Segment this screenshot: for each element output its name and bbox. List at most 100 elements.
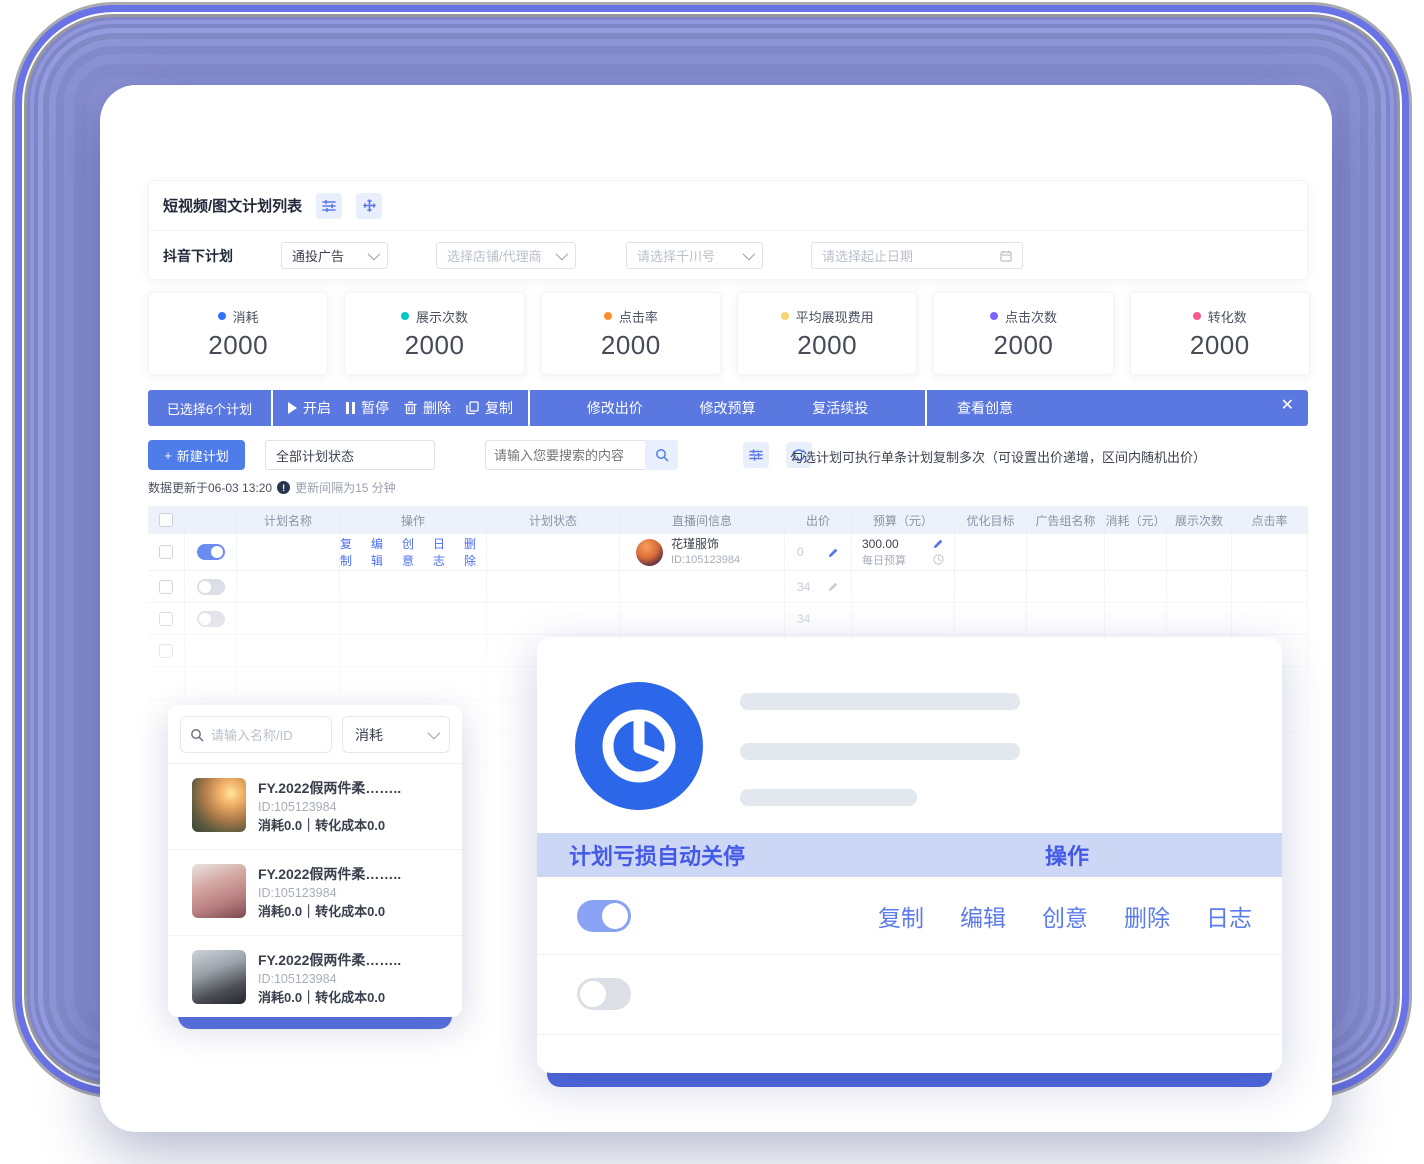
popup-search-input[interactable]: 请输入名称/ID bbox=[180, 716, 332, 753]
pause-button[interactable]: 暂停 bbox=[346, 398, 389, 418]
edit-pencil-icon[interactable] bbox=[828, 581, 839, 592]
batch-action-bar: 已选择6个计划 开启 暂停 删除 复制 修改出价 修改预算 bbox=[148, 390, 1308, 426]
stat-value: 2000 bbox=[994, 330, 1054, 361]
auto-stop-modal: 计划亏损自动关停 操作 复制 编辑 创意 删除 日志 bbox=[537, 637, 1282, 1073]
copy-button[interactable]: 复制 bbox=[466, 398, 513, 418]
new-plan-button[interactable]: + 新建计划 bbox=[148, 440, 245, 470]
stat-card-clicks: 点击次数 2000 bbox=[933, 292, 1113, 375]
creative-thumbnail bbox=[192, 950, 246, 1004]
update-info-line: 数据更新于06-03 13:20 ! 更新间隔为15 分钟 bbox=[148, 479, 396, 496]
col-ad-group: 广告组名称 bbox=[1027, 506, 1105, 534]
delete-button[interactable]: 删除 bbox=[404, 398, 451, 418]
plan-toggle-off[interactable] bbox=[197, 579, 225, 595]
col-impressions: 展示次数 bbox=[1167, 506, 1232, 534]
col-budget: 预算（元） bbox=[852, 506, 955, 534]
budget-type: 每日预算 bbox=[862, 552, 906, 568]
modal-row bbox=[537, 955, 1282, 1035]
shop-name: 花瑾服饰 bbox=[671, 537, 740, 553]
col-bid: 出价 bbox=[785, 506, 852, 534]
auto-stop-toggle-off[interactable] bbox=[577, 978, 631, 1010]
stat-value: 2000 bbox=[601, 330, 661, 361]
clock-icon bbox=[575, 682, 703, 810]
row-copy-link[interactable]: 复制 bbox=[340, 535, 362, 569]
add-column-button[interactable] bbox=[356, 193, 382, 219]
plan-toggle-on[interactable] bbox=[197, 544, 225, 560]
row-log-link[interactable]: 日志 bbox=[433, 535, 455, 569]
panel-title-row: 短视频/图文计划列表 bbox=[149, 181, 1307, 231]
popup-sort-select[interactable]: 消耗 bbox=[342, 716, 450, 753]
modal-log-link[interactable]: 日志 bbox=[1206, 899, 1252, 933]
row-checkbox[interactable] bbox=[159, 545, 173, 559]
list-settings-button[interactable] bbox=[316, 193, 342, 219]
plan-scope-label: 抖音下计划 bbox=[163, 246, 281, 266]
stat-value: 2000 bbox=[405, 330, 465, 361]
modal-edit-link[interactable]: 编辑 bbox=[960, 899, 1006, 933]
actions-label: 操作 bbox=[1045, 839, 1089, 871]
list-item[interactable]: FY.2022假两件柔…….. ID:105123984 消耗0.0｜转化成本0… bbox=[168, 936, 462, 1021]
search-icon bbox=[190, 728, 204, 742]
selected-count: 已选择6个计划 bbox=[148, 390, 271, 426]
update-time: 数据更新于06-03 13:20 bbox=[148, 479, 272, 496]
col-ctr: 点击率 bbox=[1232, 506, 1308, 534]
auto-stop-toggle-on[interactable] bbox=[577, 900, 631, 932]
row-checkbox[interactable] bbox=[159, 580, 173, 594]
col-consume: 消耗（元） bbox=[1105, 506, 1167, 534]
col-actions: 操作 bbox=[340, 506, 487, 534]
list-item[interactable]: FY.2022假两件柔…….. ID:105123984 消耗0.0｜转化成本0… bbox=[168, 850, 462, 936]
plan-toggle-off[interactable] bbox=[197, 611, 225, 627]
info-icon: ! bbox=[277, 481, 290, 494]
chevron-down-icon bbox=[428, 727, 441, 740]
row-edit-link[interactable]: 编辑 bbox=[371, 535, 393, 569]
modify-budget-button[interactable]: 修改预算 bbox=[700, 398, 756, 418]
view-creative-button[interactable]: 查看创意 bbox=[957, 398, 1013, 418]
legend-dot bbox=[1193, 312, 1201, 320]
plan-status-select[interactable]: 全部计划状态 bbox=[265, 440, 435, 470]
close-icon[interactable]: ✕ bbox=[1281, 398, 1294, 414]
legend-dot bbox=[990, 312, 998, 320]
ad-type-select[interactable]: 通投广告 bbox=[281, 242, 388, 269]
batch-buttons: 开启 暂停 删除 复制 bbox=[273, 390, 528, 426]
row-creative-link[interactable]: 创意 bbox=[402, 535, 424, 569]
edit-pencil-icon[interactable] bbox=[828, 547, 839, 558]
stat-value: 2000 bbox=[797, 330, 857, 361]
modal-delete-link[interactable]: 删除 bbox=[1124, 899, 1170, 933]
modal-row: 复制 编辑 创意 删除 日志 bbox=[537, 877, 1282, 955]
stat-card-impressions: 展示次数 2000 bbox=[344, 292, 524, 375]
view-creative-segment: 查看创意 ✕ bbox=[927, 390, 1308, 426]
search-group bbox=[485, 440, 678, 470]
bid-value: 34 bbox=[797, 580, 810, 594]
table-row: 34 bbox=[148, 603, 1308, 635]
stats-cards-row: 消耗 2000 展示次数 2000 点击率 2000 平均展现费用 2000 点… bbox=[148, 292, 1310, 375]
date-range-picker[interactable]: 请选择起止日期 bbox=[811, 242, 1023, 269]
open-button[interactable]: 开启 bbox=[288, 398, 331, 418]
search-button[interactable] bbox=[645, 440, 678, 470]
bid-value: 0 bbox=[797, 545, 804, 559]
revive-button[interactable]: 复活续投 bbox=[812, 398, 868, 418]
search-input[interactable] bbox=[485, 440, 645, 470]
edit-pencil-icon[interactable] bbox=[933, 538, 944, 549]
plus-icon bbox=[363, 199, 376, 212]
row-checkbox[interactable] bbox=[159, 644, 173, 658]
shop-avatar bbox=[636, 539, 663, 566]
legend-dot bbox=[401, 312, 409, 320]
qianchuan-select[interactable]: 请选择千川号 bbox=[626, 242, 763, 269]
row-checkbox[interactable] bbox=[159, 612, 173, 626]
column-settings-button[interactable] bbox=[743, 442, 769, 468]
modal-creative-link[interactable]: 创意 bbox=[1042, 899, 1088, 933]
trash-icon bbox=[404, 401, 417, 415]
chevron-down-icon bbox=[368, 248, 381, 261]
modal-copy-link[interactable]: 复制 bbox=[878, 899, 924, 933]
sliders-icon bbox=[322, 200, 336, 212]
modify-bid-button[interactable]: 修改出价 bbox=[587, 398, 643, 418]
row-delete-link[interactable]: 删除 bbox=[464, 535, 486, 569]
plus-icon: + bbox=[164, 448, 172, 463]
list-item[interactable]: FY.2022假两件柔…….. ID:105123984 消耗0.0｜转化成本0… bbox=[168, 764, 462, 850]
select-all-checkbox[interactable] bbox=[159, 513, 173, 527]
stat-card-conversions: 转化数 2000 bbox=[1130, 292, 1310, 375]
col-plan-name: 计划名称 bbox=[237, 506, 340, 534]
sliders-icon bbox=[749, 449, 763, 461]
filter-row: 抖音下计划 通投广告 选择店铺/代理商 请选择千川号 请选择起止日期 bbox=[149, 231, 1307, 280]
shop-select[interactable]: 选择店铺/代理商 bbox=[436, 242, 576, 269]
bid-value: 34 bbox=[797, 612, 810, 626]
skeleton-line bbox=[740, 693, 1020, 710]
